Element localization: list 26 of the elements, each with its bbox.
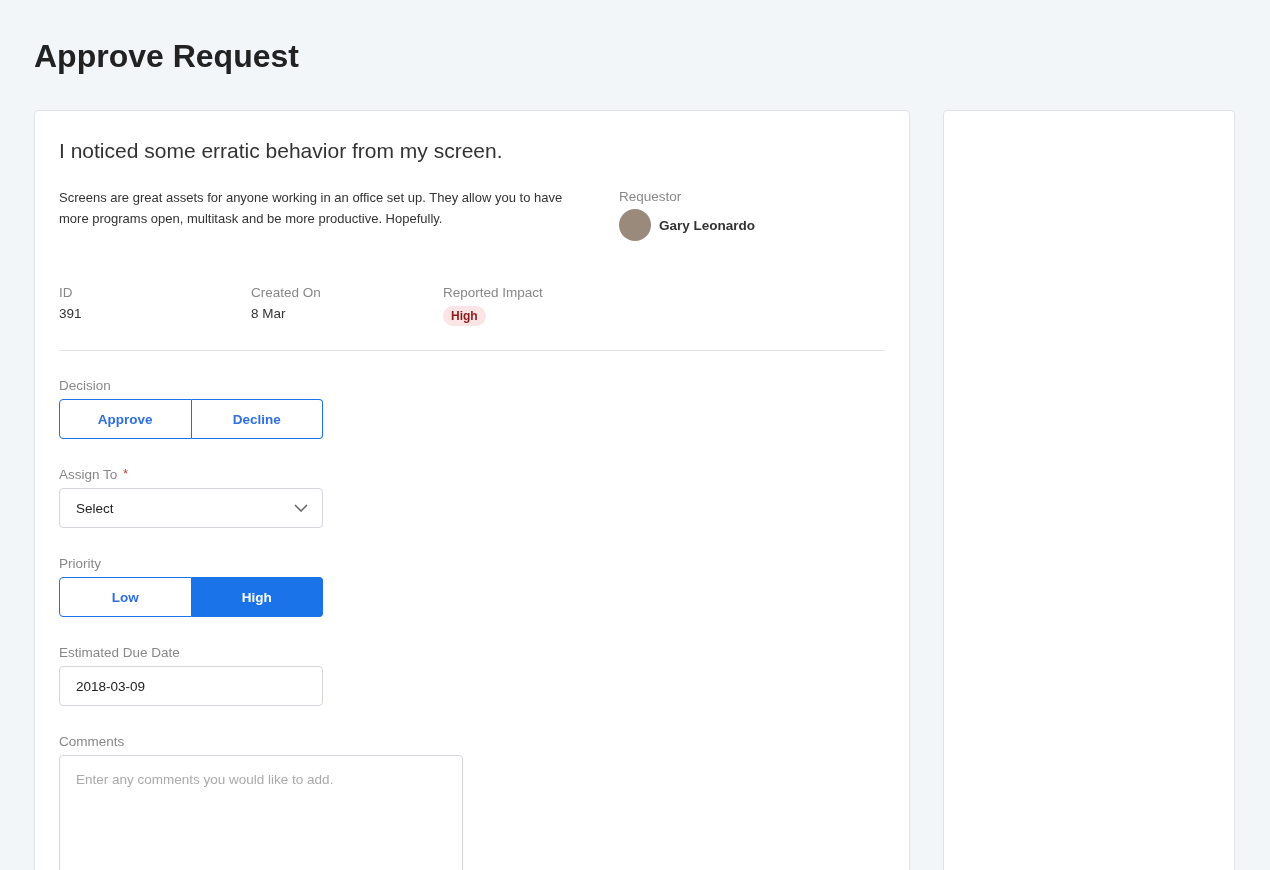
field-label: Assign To — [59, 467, 118, 482]
field-label: Priority — [59, 556, 101, 571]
requestor-label: Requestor — [619, 189, 682, 204]
required-mark: * — [123, 467, 128, 481]
date-field[interactable]: 2018-03-09 — [59, 666, 323, 706]
chevron-down-icon — [294, 504, 308, 512]
meta-value: 8 Mar — [251, 306, 286, 321]
priority-option[interactable]: High — [191, 577, 323, 617]
assign-dropdown[interactable]: Select — [59, 488, 323, 528]
requestor-name: Gary Leonardo — [659, 217, 756, 233]
decision-option[interactable]: Approve — [59, 399, 192, 439]
meta-label: Created On — [251, 285, 321, 300]
impact-badge: High — [443, 306, 486, 326]
request-title: I noticed some erratic behavior from my screen. — [59, 139, 503, 163]
field-label: Comments — [59, 734, 125, 749]
field-label: Estimated Due Date — [59, 645, 180, 660]
meta-value: 391 — [59, 306, 82, 321]
meta-label: Reported Impact — [443, 285, 543, 300]
request-description: Screens are great assets for anyone working in an office set up. They allow you to have more programs open, multitask and be more productive. Hopefully. — [59, 189, 564, 228]
priority-option[interactable]: Low — [59, 577, 192, 617]
avatar-placeholder — [619, 209, 651, 241]
decision-option[interactable]: Decline — [191, 399, 323, 439]
meta-label: ID — [59, 285, 73, 300]
comments-field[interactable]: Enter any comments you would like to add. — [59, 755, 463, 870]
field-label: Decision — [59, 378, 111, 393]
page-title: Approve Request — [34, 37, 299, 76]
